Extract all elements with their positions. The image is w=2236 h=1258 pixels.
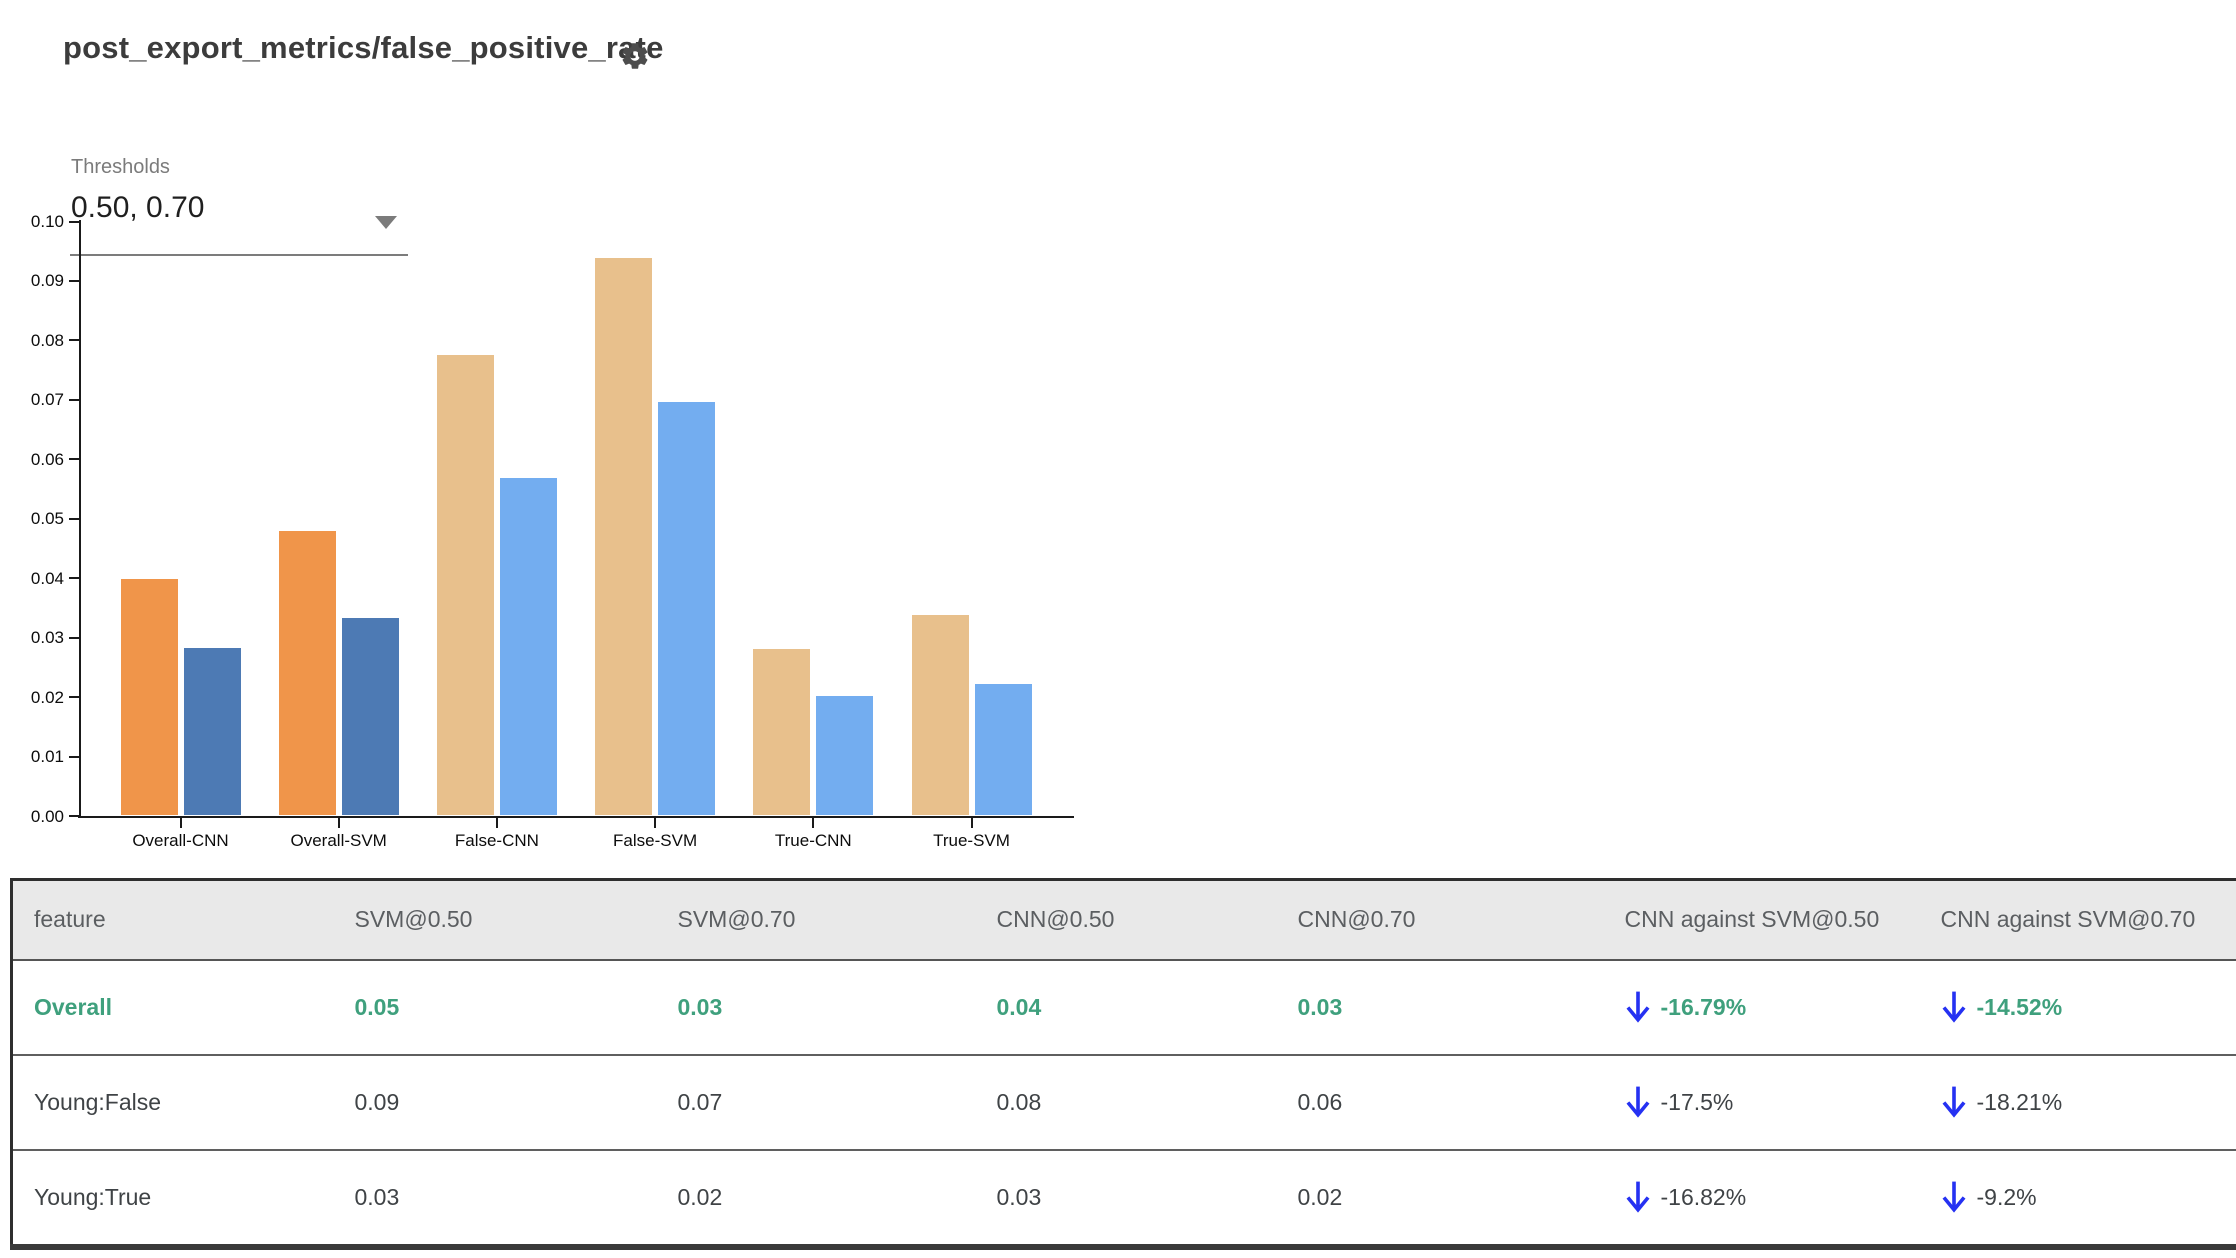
- y-tick: [69, 636, 79, 639]
- value-cell: 0.03: [677, 993, 723, 1020]
- value-cell: 0.08: [996, 1088, 1042, 1115]
- delta-cell: -14.52%: [1920, 960, 2236, 1055]
- y-tick-label: 0.10: [30, 212, 64, 231]
- y-tick: [69, 815, 79, 817]
- delta-cell: -17.5%: [1604, 1055, 1920, 1150]
- y-tick-label: 0.01: [30, 747, 64, 767]
- delta-value: -14.52%: [1976, 993, 2063, 1020]
- x-tick-label: True-CNN: [774, 831, 852, 850]
- bar-False-SVM-threshold0.50[interactable]: [595, 257, 653, 816]
- y-tick-label: 0.00: [30, 806, 64, 826]
- x-tick-label: True-SVM: [933, 831, 1010, 850]
- x-tick: [337, 817, 340, 828]
- down-arrow-icon: [1625, 1085, 1651, 1119]
- down-arrow-icon: [1941, 1085, 1967, 1119]
- metric-card: post_export_metrics/false_positive_rate …: [0, 0, 2236, 1258]
- x-tick-label: Overall-SVM: [290, 831, 387, 850]
- delta-value: -9.2%: [1976, 1183, 2037, 1210]
- col-header-cnn-050: CNN@0.50: [975, 879, 1277, 961]
- col-header-cnn-vs-svm-070: CNN against SVM@0.70: [1919, 879, 2236, 961]
- bar-Overall-SVM-threshold0.70[interactable]: [341, 618, 399, 816]
- y-tick-label: 0.06: [30, 449, 64, 469]
- value-cell: 0.03: [1297, 993, 1343, 1020]
- y-tick: [69, 577, 79, 580]
- col-header-svm-070: SVM@0.70: [656, 879, 976, 961]
- delta-cell: -9.2%: [1920, 1150, 2236, 1247]
- value-cell: 0.03: [996, 1183, 1042, 1210]
- y-tick: [69, 696, 79, 699]
- down-arrow-icon: [1941, 1180, 1967, 1214]
- col-header-cnn-070: CNN@0.70: [1276, 879, 1604, 961]
- x-tick: [179, 817, 182, 828]
- value-cell: 0.05: [354, 993, 400, 1020]
- x-tick: [812, 817, 815, 828]
- feature-cell: Young:False: [34, 1088, 162, 1115]
- col-header-cnn-vs-svm-050: CNN against SVM@0.50: [1603, 879, 1920, 961]
- bar-False-SVM-threshold0.70[interactable]: [658, 402, 716, 816]
- down-arrow-icon: [1941, 990, 1967, 1024]
- table-row-young-false[interactable]: Young:False 0.09 0.07 0.08 0.06 -17.5% -…: [11, 1054, 2236, 1150]
- y-tick-label: 0.05: [30, 509, 64, 529]
- x-tick-label: Overall-CNN: [132, 831, 229, 850]
- bar-False-CNN-threshold0.70[interactable]: [499, 477, 557, 816]
- delta-value: -16.79%: [1660, 993, 1747, 1020]
- bar-Overall-SVM-threshold0.50[interactable]: [278, 531, 336, 816]
- down-arrow-icon: [1625, 1180, 1651, 1214]
- x-tick: [654, 817, 657, 828]
- x-tick-label: False-SVM: [613, 831, 698, 850]
- value-cell: 0.04: [996, 993, 1042, 1020]
- y-tick: [69, 458, 79, 461]
- value-cell: 0.02: [1297, 1183, 1343, 1210]
- x-tick: [495, 817, 498, 828]
- y-tick-label: 0.07: [30, 390, 64, 410]
- bar-False-CNN-threshold0.50[interactable]: [436, 355, 494, 816]
- bar-Overall-CNN-threshold0.50[interactable]: [120, 578, 178, 816]
- feature-cell: Young:True: [34, 1183, 152, 1210]
- value-cell: 0.09: [354, 1088, 400, 1115]
- y-tick-label: 0.02: [30, 687, 64, 707]
- value-cell: 0.03: [354, 1183, 400, 1210]
- col-header-feature: feature: [11, 879, 334, 961]
- x-tick: [970, 817, 973, 828]
- col-header-svm-050: SVM@0.50: [333, 879, 657, 961]
- delta-cell: -16.79%: [1604, 960, 1920, 1055]
- y-tick: [69, 339, 79, 342]
- y-tick-label: 0.04: [30, 568, 64, 588]
- value-cell: 0.06: [1297, 1088, 1343, 1115]
- bar-True-CNN-threshold0.70[interactable]: [816, 696, 874, 816]
- delta-value: -17.5%: [1660, 1088, 1734, 1115]
- y-tick-label: 0.09: [30, 271, 64, 291]
- y-tick: [69, 279, 79, 282]
- delta-cell: -18.21%: [1920, 1055, 2236, 1150]
- delta-value: -16.82%: [1660, 1183, 1747, 1210]
- bar-Overall-CNN-threshold0.70[interactable]: [183, 647, 241, 816]
- value-cell: 0.02: [677, 1183, 723, 1210]
- delta-cell: -16.82%: [1604, 1150, 1920, 1247]
- y-tick-label: 0.08: [30, 330, 64, 350]
- false-positive-rate-bar-chart: 0.00 0.01 0.02 0.03 0.04 0.05 0.06 0.07 0.08 0.09…: [0, 0, 2236, 880]
- x-tick-label: False-CNN: [454, 831, 539, 850]
- y-tick-label: 0.03: [30, 628, 64, 648]
- table-row-overall[interactable]: Overall 0.05 0.03 0.04 0.03 -16.79% -14.…: [11, 959, 2236, 1055]
- down-arrow-icon: [1625, 990, 1651, 1024]
- value-cell: 0.07: [677, 1088, 723, 1115]
- metrics-table: feature SVM@0.50 SVM@0.70 CNN@0.50 CNN@0…: [10, 878, 2236, 1250]
- bar-True-SVM-threshold0.70[interactable]: [974, 684, 1032, 816]
- bar-True-SVM-threshold0.50[interactable]: [911, 615, 969, 816]
- y-tick: [69, 755, 79, 758]
- y-tick: [69, 517, 79, 520]
- table-header-row: feature SVM@0.50 SVM@0.70 CNN@0.50 CNN@0…: [11, 879, 2236, 961]
- feature-cell: Overall: [34, 993, 112, 1020]
- delta-value: -18.21%: [1976, 1088, 2063, 1115]
- y-tick: [69, 398, 79, 401]
- x-axis-line: [78, 815, 1074, 818]
- bar-True-CNN-threshold0.50[interactable]: [753, 649, 811, 816]
- table-row-young-true[interactable]: Young:True 0.03 0.02 0.03 0.02 -16.82% -…: [11, 1149, 2236, 1247]
- y-tick: [69, 220, 79, 223]
